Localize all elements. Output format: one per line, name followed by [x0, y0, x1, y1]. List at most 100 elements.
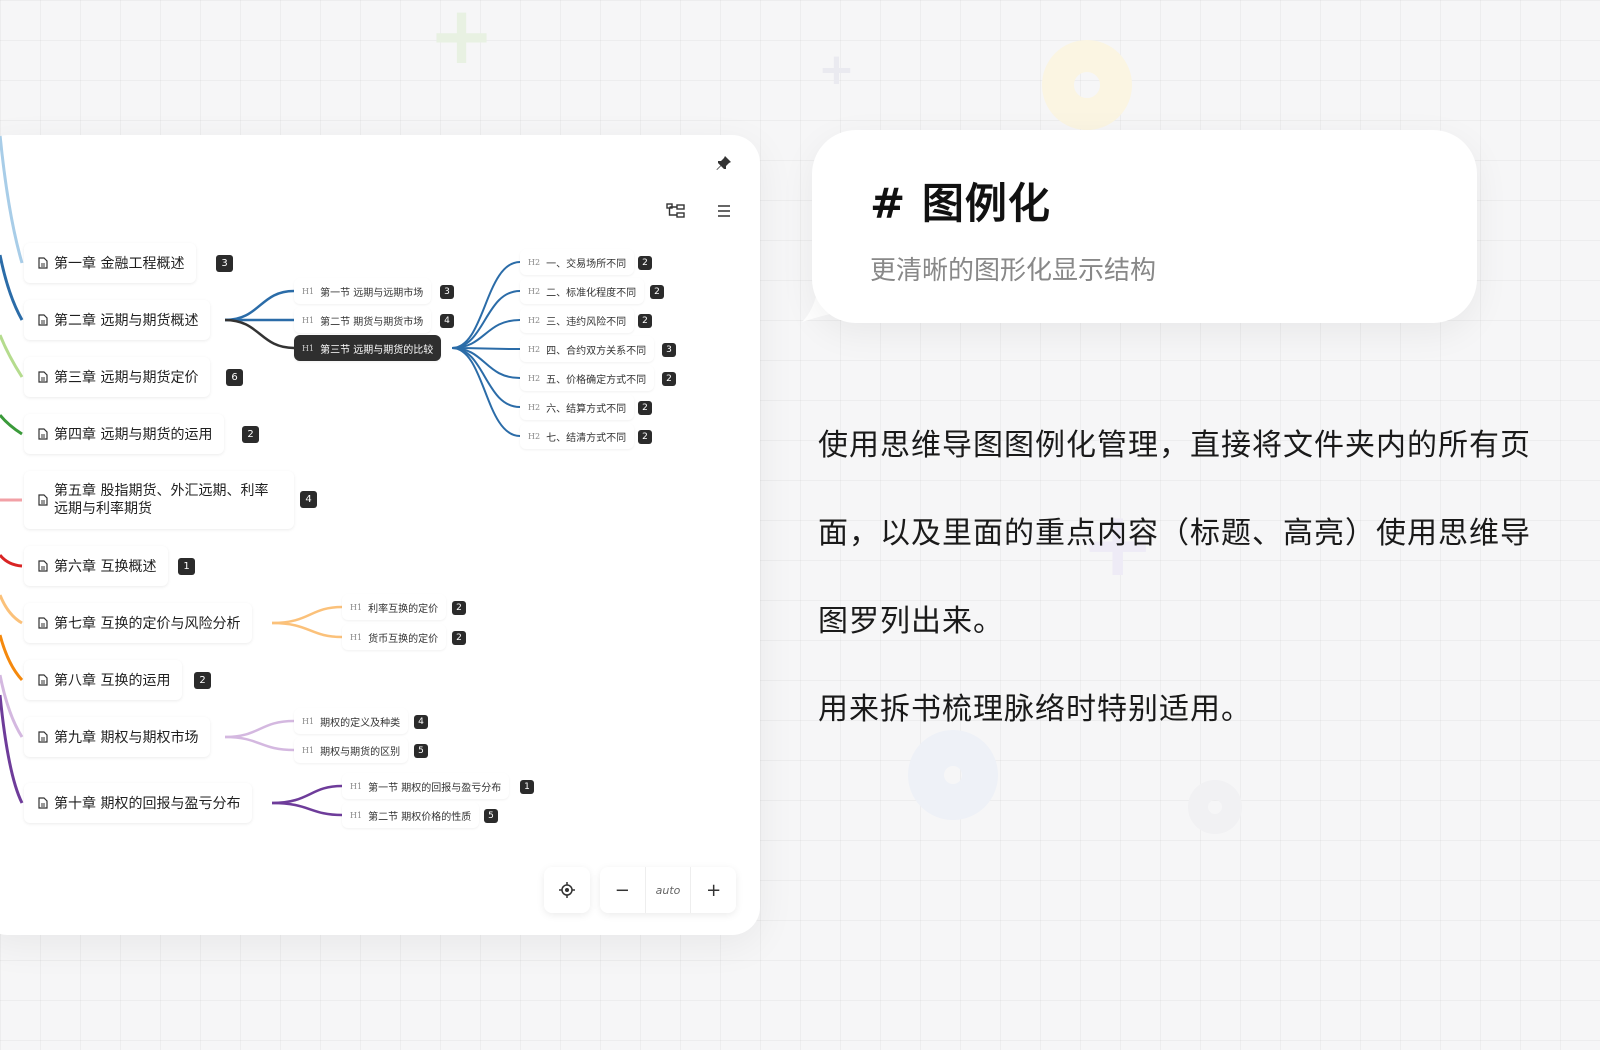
chapter-node[interactable]: 第七章 互换的定价与风险分析: [24, 603, 253, 643]
chapter-node[interactable]: 第九章 期权与期权市场: [24, 717, 211, 757]
feature-subtitle: 更清晰的图形化显示结构: [870, 256, 1157, 286]
count-badge: 2: [452, 601, 466, 615]
section-node-selected[interactable]: H1 第三节 远期与期货的比较: [294, 335, 442, 361]
description-paragraph: 使用思维导图图例化管理，直接将文件夹内的所有页面，以及里面的重点内容（标题、高亮…: [818, 428, 1531, 639]
count-badge: 3: [662, 343, 676, 357]
chapter-node[interactable]: 第三章 远期与期货定价: [24, 357, 211, 397]
section-label: 第一节 期权的回报与盈亏分布: [368, 782, 502, 794]
locate-button[interactable]: [544, 867, 590, 913]
description-paragraph: 用来拆书梳理脉络时特别适用。: [818, 692, 1252, 727]
decorative-ring-icon: [1042, 40, 1132, 130]
document-icon: [38, 731, 48, 743]
subsection-node[interactable]: H2 六、结算方式不同: [520, 394, 635, 420]
section-node[interactable]: H1 第二节 期权价格的性质: [342, 802, 480, 828]
zoom-level[interactable]: auto: [644, 867, 692, 913]
chapter-label: 第一章 金融工程概述: [54, 256, 185, 272]
count-badge: 2: [662, 372, 676, 386]
subsection-node[interactable]: H2 二、标准化程度不同: [520, 278, 645, 304]
document-icon: [38, 494, 48, 506]
subsection-node[interactable]: H2 一、交易场所不同: [520, 249, 635, 275]
connector-line: [451, 347, 521, 437]
plus-icon: +: [706, 879, 722, 901]
connector-line: [271, 784, 343, 805]
decorative-plus-icon: +: [428, 0, 496, 82]
section-label: 期权与期货的区别: [320, 746, 401, 758]
connector-line: [271, 605, 343, 625]
chapter-label: 第八章 互换的运用: [54, 673, 171, 689]
connector-line: [451, 261, 521, 349]
count-badge: 4: [300, 491, 317, 508]
chapter-label: 第六章 互换概述: [54, 559, 157, 575]
heading-tag: H2: [528, 286, 541, 296]
section-node[interactable]: H1 第一节 远期与远期市场: [294, 278, 432, 304]
section-label: 期权的定义及种类: [320, 717, 401, 729]
count-badge: 2: [194, 672, 211, 689]
heading-tag: H2: [528, 344, 541, 354]
count-badge: 2: [650, 285, 664, 299]
chapter-node[interactable]: 第六章 互换概述: [24, 546, 169, 586]
zoom-out-button[interactable]: −: [600, 867, 645, 913]
heading-tag: H1: [350, 632, 363, 642]
chapter-label: 第七章 互换的定价与风险分析: [54, 616, 241, 632]
subsection-node[interactable]: H2 三、违约风险不同: [520, 307, 635, 333]
feature-title: # 图例化: [870, 179, 1051, 228]
connector-line: [0, 634, 24, 682]
chapter-label: 第十章 期权的回报与盈亏分布: [54, 796, 241, 812]
chapter-node[interactable]: 第八章 互换的运用: [24, 660, 183, 700]
connector-line: [0, 554, 23, 568]
count-badge: 2: [452, 631, 466, 645]
feature-card: # 图例化 更清晰的图形化显示结构: [812, 130, 1477, 323]
count-badge: 2: [638, 430, 652, 444]
chapter-node[interactable]: 第五章 股指期货、外汇远期、利率远期与利率期货: [24, 471, 294, 529]
chapter-node[interactable]: 第四章 远期与期货的运用: [24, 414, 225, 454]
section-node[interactable]: H1 第二节 期货与期货市场: [294, 307, 432, 333]
count-badge: 2: [638, 401, 652, 415]
heading-tag: H2: [528, 315, 541, 325]
heading-tag: H1: [302, 315, 315, 325]
document-icon: [38, 674, 48, 686]
subsection-label: 一、交易场所不同: [546, 258, 627, 270]
chapter-node[interactable]: 第十章 期权的回报与盈亏分布: [24, 783, 253, 823]
subsection-node[interactable]: H2 五、价格确定方式不同: [520, 365, 655, 391]
subsection-node[interactable]: H2 四、合约双方关系不同: [520, 336, 655, 362]
zoom-in-button[interactable]: +: [691, 867, 736, 913]
connector-line: [0, 135, 24, 264]
chapter-node[interactable]: 第二章 远期与期货概述: [24, 300, 211, 340]
connector-line: [224, 289, 295, 322]
section-label: 第三节 远期与期货的比较: [320, 344, 434, 356]
section-node[interactable]: H1 期权与期货的区别: [294, 737, 409, 763]
chapter-label: 第五章 股指期货、外汇远期、利率远期与利率期货: [54, 483, 269, 517]
section-node[interactable]: H1 货币互换的定价: [342, 624, 447, 650]
count-badge: 2: [638, 256, 652, 270]
zoom-control: − auto +: [600, 867, 736, 913]
decorative-plus-icon: +: [818, 44, 855, 95]
connector-line: [271, 801, 343, 817]
count-badge: 1: [520, 780, 534, 794]
chapter-label: 第四章 远期与期货的运用: [54, 427, 213, 443]
heading-tag: H1: [302, 745, 315, 755]
heading-tag: H2: [528, 373, 541, 383]
document-icon: [38, 560, 48, 572]
count-badge: 6: [226, 369, 243, 386]
section-node[interactable]: H1 利率互换的定价: [342, 594, 447, 620]
subsection-label: 四、合约双方关系不同: [546, 345, 647, 357]
chapter-label: 第二章 远期与期货概述: [54, 313, 199, 329]
chapter-node[interactable]: 第一章 金融工程概述: [24, 243, 197, 283]
subsection-node[interactable]: H2 七、结清方式不同: [520, 423, 635, 449]
subsection-label: 三、违约风险不同: [546, 316, 627, 328]
connector-line: [224, 318, 295, 350]
heading-tag: H2: [528, 431, 541, 441]
section-node[interactable]: H1 第一节 期权的回报与盈亏分布: [342, 773, 510, 799]
connector-line: [451, 290, 521, 349]
mindmap-panel[interactable]: 第一章 金融工程概述 3 第二章 远期与期货概述 第三章 远期与期货定价 6 第…: [0, 135, 760, 935]
count-badge: 4: [440, 314, 454, 328]
connector-line: [0, 334, 24, 378]
count-badge: 4: [414, 715, 428, 729]
document-icon: [38, 257, 48, 269]
heading-tag: H1: [350, 781, 363, 791]
heading-tag: H1: [350, 810, 363, 820]
connector-line: [271, 621, 343, 639]
section-label: 货币互换的定价: [368, 633, 439, 645]
count-badge: 2: [638, 314, 652, 328]
section-node[interactable]: H1 期权的定义及种类: [294, 708, 409, 734]
